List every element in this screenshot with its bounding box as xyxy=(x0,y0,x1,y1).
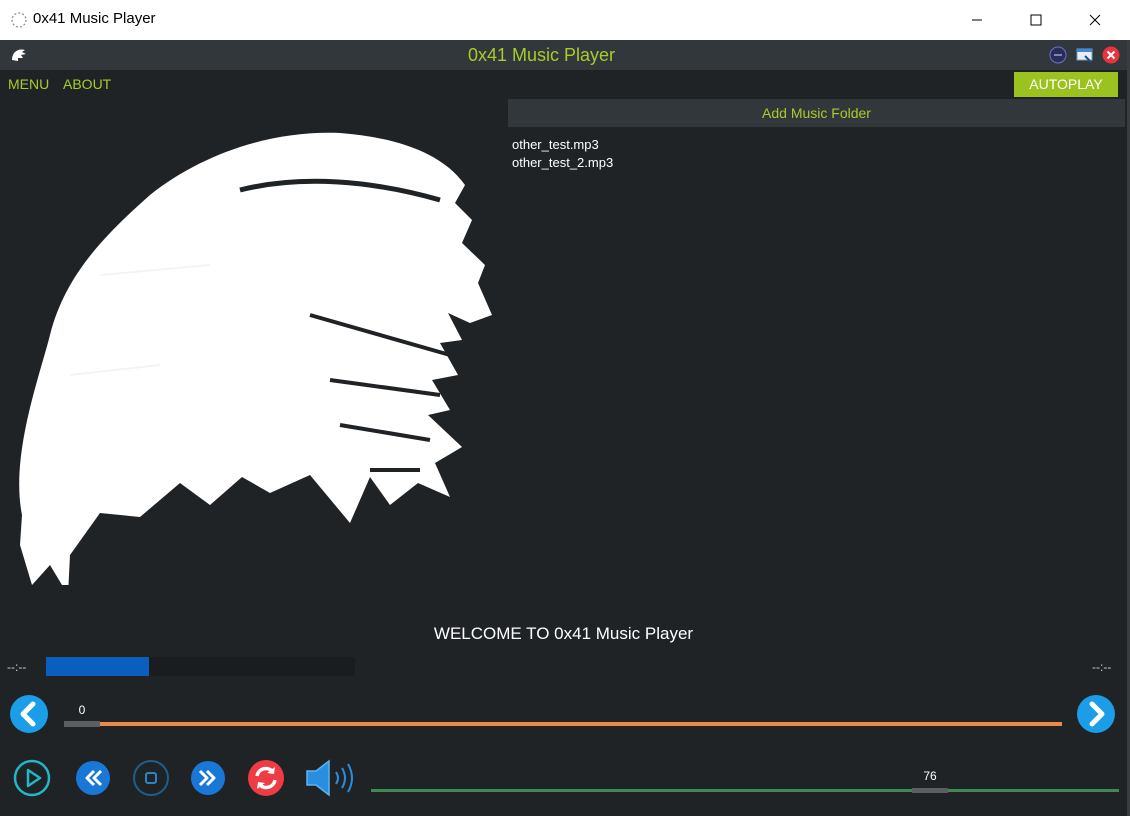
window-minimize-button[interactable] xyxy=(948,0,1006,40)
stop-icon[interactable] xyxy=(131,758,171,798)
play-icon[interactable] xyxy=(12,758,52,798)
app-header: 0x41 Music Player xyxy=(0,40,1127,70)
about-link[interactable]: ABOUT xyxy=(63,76,111,92)
autoplay-toggle-button[interactable]: AUTOPLAY OFF xyxy=(1014,72,1118,117)
playlist-item[interactable]: other_test.mp3 xyxy=(512,136,613,154)
fast-forward-icon[interactable] xyxy=(188,758,228,798)
status-message: WELCOME TO 0x41 Music Player xyxy=(433,624,694,643)
maximize-icon xyxy=(1030,14,1042,26)
volume-slider-handle[interactable] xyxy=(912,788,948,793)
volume-value: 76 xyxy=(923,769,937,783)
playlist-item[interactable]: other_test_2.mp3 xyxy=(512,154,613,172)
os-titlebar: 0x41 Music Player xyxy=(0,0,1130,40)
app-title: 0x41 Music Player xyxy=(467,45,616,65)
chevron-left-icon[interactable] xyxy=(9,694,49,734)
minimize-icon xyxy=(972,19,982,21)
close-icon xyxy=(1089,14,1101,26)
seek-slider[interactable] xyxy=(64,722,1062,726)
seek-value: 0 xyxy=(78,703,86,717)
window-title: 0x41 Music Player xyxy=(33,10,156,27)
album-art xyxy=(19,132,492,585)
add-music-folder-button[interactable]: Add Music Folder xyxy=(508,99,1125,127)
loop-icon[interactable] xyxy=(246,758,286,798)
music-player-app: 0x41 Music Player MENU ABOUT AUTOPLAY OF… xyxy=(0,40,1127,816)
seek-slider-handle[interactable] xyxy=(64,721,100,727)
minimize-icon[interactable] xyxy=(1049,46,1067,64)
speaker-icon[interactable] xyxy=(303,758,357,798)
elapsed-time: --:-- xyxy=(7,660,27,674)
buffer-progress-bar xyxy=(46,657,355,676)
rewind-icon[interactable] xyxy=(73,758,113,798)
restore-window-icon[interactable] xyxy=(1076,46,1094,64)
buffer-progress-fill xyxy=(46,657,149,676)
close-icon[interactable] xyxy=(1102,46,1120,64)
playlist: other_test.mp3 other_test_2.mp3 xyxy=(512,136,613,172)
window-maximize-button[interactable] xyxy=(1007,0,1065,40)
window-close-button[interactable] xyxy=(1066,0,1124,40)
chevron-right-icon[interactable] xyxy=(1076,694,1116,734)
app-icon xyxy=(11,12,27,28)
volume-slider[interactable] xyxy=(371,789,1119,792)
menu-link[interactable]: MENU xyxy=(8,76,49,92)
total-time: --:-- xyxy=(1092,660,1112,674)
